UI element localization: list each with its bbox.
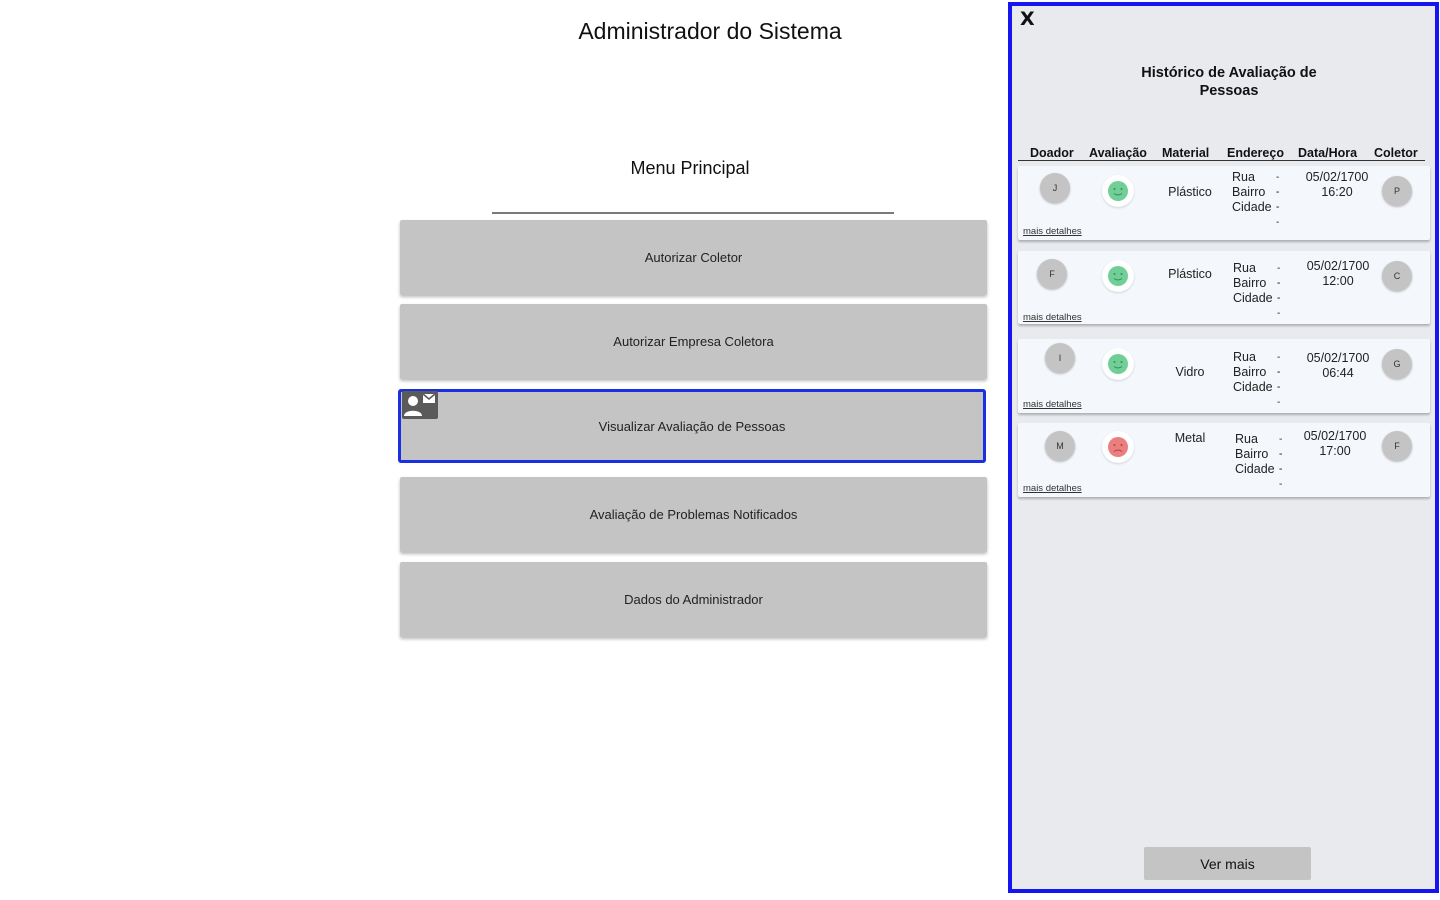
more-details-link[interactable]: mais detalhes — [1023, 226, 1082, 237]
date-value: 05/02/1700 — [1303, 429, 1367, 443]
menu-button-label: Dados do Administrador — [624, 592, 763, 607]
material-cell: Plástico — [1168, 185, 1212, 199]
donor-avatar[interactable]: J — [1040, 173, 1070, 203]
collector-avatar[interactable]: P — [1382, 176, 1412, 206]
menu-button-label: Avaliação de Problemas Notificados — [589, 507, 798, 522]
material-cell: Vidro — [1175, 365, 1205, 379]
column-header-donor: Doador — [1030, 146, 1074, 160]
contact-mail-icon — [402, 391, 438, 419]
address-cell: Rua Bairro Cidade -- -- -- — [1235, 432, 1282, 490]
sad-face-icon — [1102, 431, 1134, 463]
address-street-label: Rua — [1233, 261, 1256, 275]
address-street-label: Rua — [1235, 432, 1258, 446]
date-value: 05/02/1700 — [1306, 351, 1370, 365]
happy-face-icon — [1102, 175, 1134, 207]
donor-avatar[interactable]: M — [1045, 431, 1075, 461]
more-details-link[interactable]: mais detalhes — [1023, 312, 1082, 323]
datetime-cell: 05/02/1700 16:20 — [1297, 170, 1377, 200]
time-value: 06:44 — [1322, 366, 1354, 380]
menu-button-label: Autorizar Coletor — [644, 250, 743, 265]
time-value: 12:00 — [1322, 274, 1354, 288]
collector-avatar[interactable]: C — [1382, 261, 1412, 291]
menu-divider — [492, 212, 894, 214]
view-people-evaluation-button[interactable]: Visualizar Avaliação de Pessoas — [398, 389, 986, 463]
table-row: M Metal Rua Bairro Cidade -- -- -- 05/02… — [1018, 423, 1430, 497]
address-city-value: -- — [1279, 464, 1283, 490]
menu-button-label: Visualizar Avaliação de Pessoas — [598, 418, 786, 434]
column-header-address: Endereço — [1227, 146, 1284, 160]
datetime-cell: 05/02/1700 17:00 — [1295, 429, 1375, 459]
column-header-datetime: Data/Hora — [1298, 146, 1358, 160]
evaluation-history-panel: X Histórico de Avaliação de Pessoas Doad… — [1008, 2, 1439, 893]
happy-face-icon — [1102, 260, 1134, 292]
collector-avatar[interactable]: F — [1382, 431, 1412, 461]
time-value: 16:20 — [1321, 185, 1353, 199]
authorize-collector-button[interactable]: Autorizar Coletor — [400, 220, 987, 295]
address-city-value: -- — [1276, 202, 1280, 228]
time-value: 17:00 — [1319, 444, 1351, 458]
date-value: 05/02/1700 — [1305, 170, 1369, 184]
panel-title: Histórico de Avaliação de Pessoas — [1141, 65, 1317, 99]
column-header-collector: Coletor — [1374, 146, 1418, 160]
menu-button-label: Autorizar Empresa Coletora — [613, 334, 774, 349]
admin-data-button[interactable]: Dados do Administrador — [400, 562, 987, 637]
datetime-cell: 05/02/1700 06:44 — [1298, 351, 1378, 381]
collector-avatar[interactable]: G — [1382, 349, 1412, 379]
address-district-label: Bairro — [1232, 185, 1266, 199]
donor-avatar[interactable]: I — [1045, 343, 1075, 373]
address-city-value: -- — [1277, 382, 1281, 408]
address-cell: Rua Bairro Cidade -- -- -- — [1233, 350, 1280, 408]
happy-face-icon — [1102, 348, 1134, 380]
donor-avatar[interactable]: F — [1037, 259, 1067, 289]
address-district-label: Bairro — [1235, 447, 1269, 461]
close-icon[interactable]: X — [1020, 8, 1035, 30]
more-details-link[interactable]: mais detalhes — [1023, 399, 1082, 410]
header-divider — [1018, 160, 1425, 161]
table-row: J Plástico Rua Bairro Cidade -- -- -- 05… — [1018, 166, 1430, 240]
table-row: F Plástico Rua Bairro Cidade -- -- -- 05… — [1018, 251, 1430, 324]
authorize-company-button[interactable]: Autorizar Empresa Coletora — [400, 304, 987, 379]
address-city-value: -- — [1277, 293, 1281, 319]
address-street-label: Rua — [1233, 350, 1256, 364]
table-row: I Vidro Rua Bairro Cidade -- -- -- 05/02… — [1018, 339, 1430, 413]
address-city-label: Cidade — [1235, 462, 1275, 476]
address-street-label: Rua — [1232, 170, 1255, 184]
menu-title: Menu Principal — [630, 158, 750, 178]
column-header-rating: Avaliação — [1089, 146, 1147, 160]
material-cell: Plástico — [1168, 267, 1212, 281]
address-cell: Rua Bairro Cidade -- -- -- — [1232, 170, 1279, 228]
notified-problems-button[interactable]: Avaliação de Problemas Notificados — [400, 477, 987, 552]
address-city-label: Cidade — [1233, 291, 1273, 305]
page-title: Administrador do Sistema — [578, 18, 842, 44]
address-cell: Rua Bairro Cidade -- -- -- — [1233, 261, 1280, 319]
column-header-material: Material — [1162, 146, 1210, 160]
datetime-cell: 05/02/1700 12:00 — [1298, 259, 1378, 289]
address-district-label: Bairro — [1233, 276, 1267, 290]
address-district-label: Bairro — [1233, 365, 1267, 379]
see-more-button[interactable]: Ver mais — [1144, 847, 1311, 880]
material-cell: Metal — [1174, 431, 1206, 445]
address-city-label: Cidade — [1232, 200, 1272, 214]
address-city-label: Cidade — [1233, 380, 1273, 394]
date-value: 05/02/1700 — [1306, 259, 1370, 273]
more-details-link[interactable]: mais detalhes — [1023, 483, 1082, 494]
